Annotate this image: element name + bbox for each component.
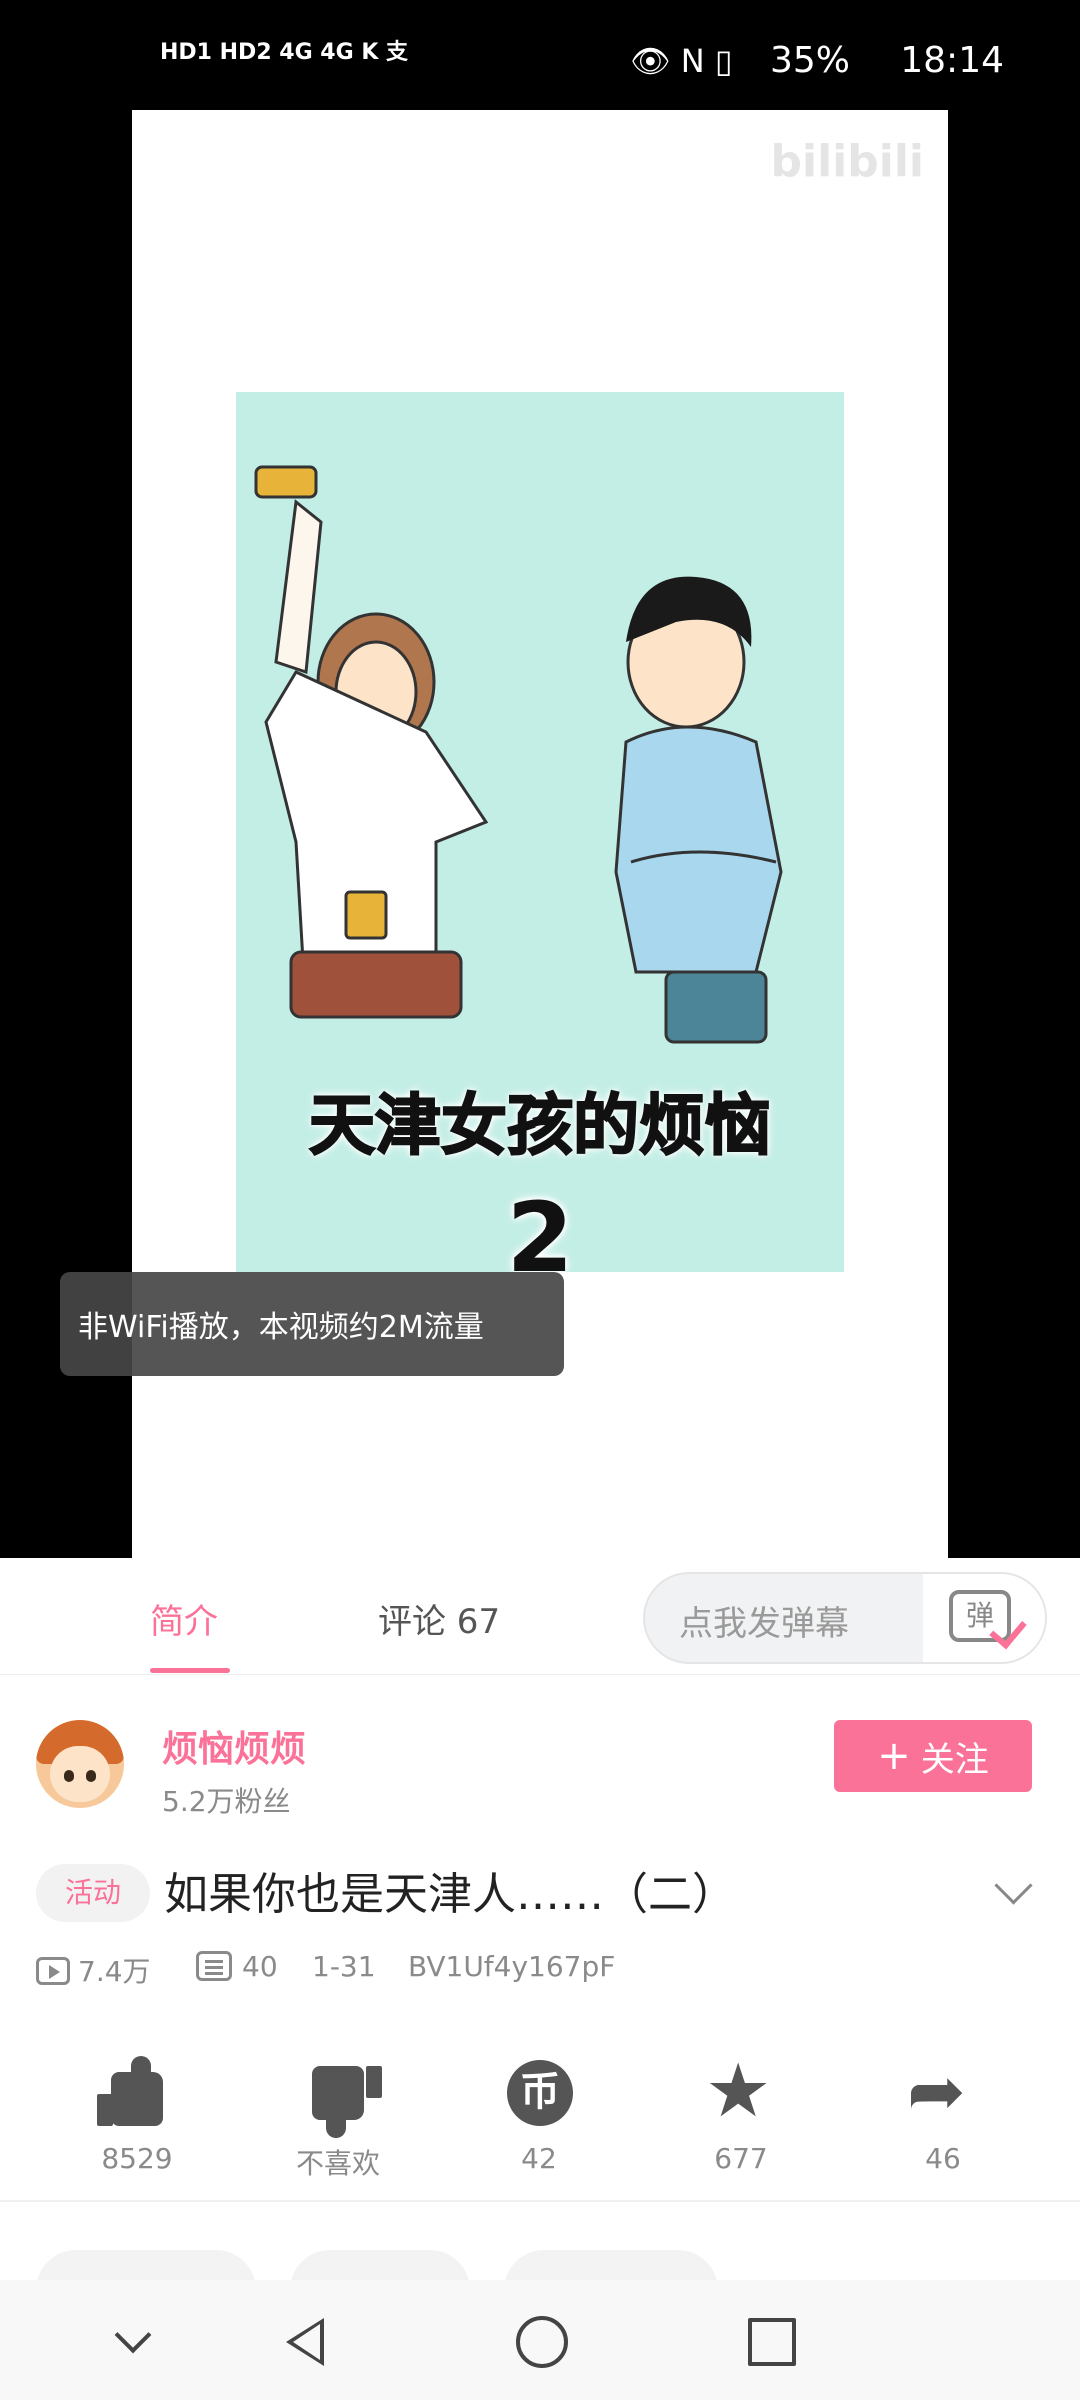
favorite-count: 677 [714, 2142, 768, 2175]
status-icons: 👁 N ▯ [630, 42, 733, 80]
content-tabs: 简介 评论 67 点我发弹幕 弹 [0, 1558, 1080, 1675]
avatar[interactable] [36, 1720, 124, 1808]
action-bar: 8529 不喜欢 币 42 ★ 677 ➦ 46 [0, 2040, 1080, 2202]
status-bar: HD1 HD2 4G 4G K 支 👁 N ▯ 35% 18:14 [0, 0, 1080, 110]
thumbs-up-icon [97, 2056, 163, 2126]
share-icon: ➦ [907, 2050, 966, 2132]
play-count-icon [36, 1957, 70, 1985]
bilibili-watermark: bilibili [770, 136, 924, 187]
like-count: 8529 [101, 2142, 173, 2175]
favorite-button[interactable]: ★ 677 [661, 2040, 821, 2175]
danmaku-count-icon [196, 1951, 232, 1981]
plus-icon: + [877, 1733, 911, 1779]
home-icon[interactable] [516, 2316, 568, 2368]
like-button[interactable]: 8529 [57, 2040, 217, 2175]
clock: 18:14 [900, 40, 1004, 81]
views-count: 7.4万 [78, 1955, 151, 1988]
video-artwork: 天津女孩的烦恼 2 [236, 392, 844, 1294]
publish-date: 1-31 [312, 1950, 376, 1983]
thumbs-down-icon [312, 2066, 382, 2138]
battery-level: 35% [770, 40, 851, 81]
video-title: 如果你也是天津人……（二） [164, 1869, 736, 1920]
dislike-button[interactable]: 不喜欢 [258, 2040, 418, 2182]
chevron-down-icon[interactable] [994, 1866, 1033, 1905]
coin-count: 42 [521, 2142, 557, 2175]
activity-badge[interactable]: 活动 [36, 1864, 150, 1922]
danmaku-placeholder[interactable]: 点我发弹幕 [679, 1596, 849, 1645]
avatar-face [50, 1746, 110, 1802]
back-icon-inner [293, 2324, 320, 2360]
follow-button[interactable]: + 关注 [834, 1720, 1032, 1792]
video-player[interactable]: bilibili 天津女孩的烦恼 2 非WiFi播放，本视频约2M流量 [0, 110, 1080, 1558]
bvid: BV1Uf4y167pF [408, 1950, 616, 1983]
dislike-label: 不喜欢 [295, 2147, 380, 2180]
network-indicators: HD1 HD2 4G 4G K 支 [160, 40, 409, 65]
author-fans: 5.2万粉丝 [162, 1785, 291, 1818]
tab-active-indicator [150, 1668, 230, 1673]
coin-icon: 币 [507, 2060, 573, 2126]
data-usage-toast: 非WiFi播放，本视频约2M流量 [60, 1272, 564, 1376]
avatar-eye [64, 1770, 74, 1782]
tab-comments[interactable]: 评论 67 [378, 1594, 500, 1643]
tab-intro[interactable]: 简介 [150, 1594, 218, 1643]
chevron-down-icon[interactable] [114, 2316, 152, 2354]
author-name[interactable]: 烦恼烦烦 [162, 1720, 306, 1772]
system-nav-bar [0, 2280, 1080, 2400]
danmaku-toggle-button[interactable]: 弹 [923, 1574, 1045, 1662]
coin-button[interactable]: 币 42 [459, 2040, 619, 2175]
danmaku-input[interactable]: 点我发弹幕 弹 [643, 1572, 1047, 1664]
recents-icon[interactable] [748, 2318, 796, 2366]
share-button[interactable]: ➦ 46 [863, 2040, 1023, 2175]
star-icon: ★ [705, 2048, 772, 2134]
danmaku-count: 40 [242, 1950, 278, 1983]
avatar-eye [86, 1770, 96, 1782]
video-caption-title: 天津女孩的烦恼 [308, 1086, 772, 1165]
follow-label: 关注 [920, 1739, 989, 1780]
views-stat: 7.4万 [36, 1950, 151, 1990]
danmaku-stat: 40 [196, 1950, 278, 1983]
share-count: 46 [925, 2142, 961, 2175]
